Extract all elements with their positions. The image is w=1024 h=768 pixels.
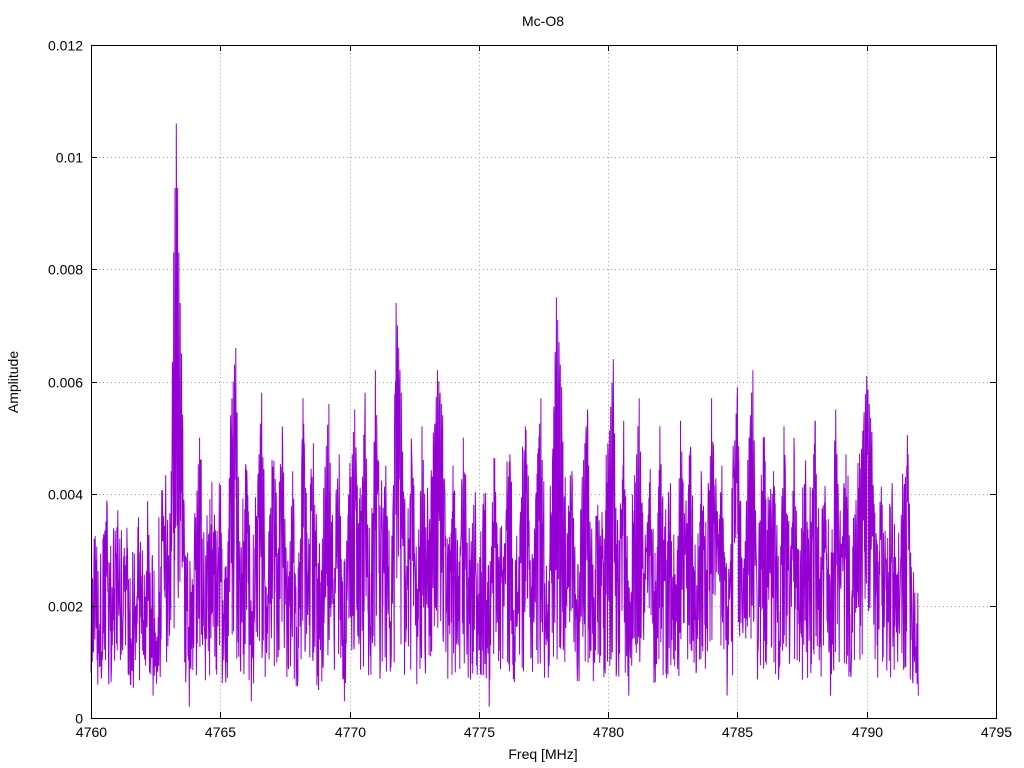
- y-axis-label: Amplitude: [5, 351, 21, 413]
- x-tick-label: 4765: [205, 724, 236, 740]
- x-tick-label: 4770: [335, 724, 366, 740]
- x-tick-label: 4790: [852, 724, 883, 740]
- y-tick-label: 0.006: [48, 375, 83, 391]
- y-tick-label: 0.012: [48, 38, 83, 54]
- x-axis-label: Freq [MHz]: [508, 746, 577, 762]
- y-tick-label: 0.01: [56, 150, 83, 166]
- y-tick-label: 0.004: [48, 487, 83, 503]
- x-tick-label: 4775: [464, 724, 495, 740]
- y-tick-label: 0.002: [48, 599, 83, 615]
- chart-title: Mc-O8: [522, 13, 564, 29]
- y-tick-label: 0.008: [48, 262, 83, 278]
- chart: 4760 4765 4770 4775 4780 4785 4790 479500.0020.…: [5, 13, 1012, 762]
- series-amplitude-line: [90, 123, 919, 707]
- x-tick-label: 4785: [722, 724, 753, 740]
- signal-layer: [90, 123, 919, 707]
- x-tick-label: 4780: [593, 724, 624, 740]
- x-tick-label: 4795: [981, 724, 1012, 740]
- y-tick-label: 0: [75, 711, 83, 727]
